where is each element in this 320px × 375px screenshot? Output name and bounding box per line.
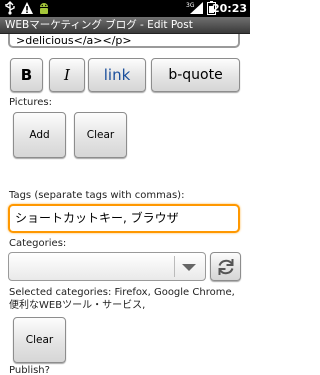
clear-pictures-button[interactable]: Clear — [74, 112, 127, 158]
italic-button[interactable]: I — [49, 58, 85, 92]
selected-categories-text: Selected categories: Firefox, Google Chr… — [9, 287, 235, 311]
refresh-categories-button[interactable] — [210, 252, 241, 281]
warning-icon — [21, 2, 33, 14]
dropdown-divider — [174, 256, 175, 277]
pictures-label: Pictures: — [9, 97, 52, 108]
usb-icon — [5, 1, 15, 15]
clear-categories-button[interactable]: Clear — [13, 317, 66, 363]
svg-text:3G: 3G — [186, 2, 195, 9]
blockquote-button[interactable]: b-quote — [151, 58, 240, 92]
refresh-icon — [218, 258, 233, 275]
bold-button[interactable]: B — [10, 58, 43, 92]
chevron-down-icon — [182, 264, 196, 271]
status-time: 20:23 — [211, 2, 247, 15]
android-debug-icon — [40, 3, 48, 14]
add-picture-button[interactable]: Add — [13, 112, 66, 158]
tags-label: Tags (separate tags with commas): — [9, 190, 185, 201]
link-button[interactable]: link — [88, 58, 146, 92]
publish-label: Publish? — [9, 365, 50, 375]
status-bar: 3G 20:23 — [0, 0, 250, 17]
cell-signal-icon: 3G — [186, 2, 203, 14]
categories-label: Categories: — [9, 238, 67, 249]
tags-input[interactable]: ショートカットキー, ブラウザ — [8, 204, 240, 233]
window-title: WEBマーケティング ブログ - Edit Post — [0, 17, 250, 34]
categories-dropdown[interactable] — [8, 252, 206, 281]
post-body-textarea[interactable]: >delicious</a></p> — [8, 34, 240, 48]
edit-post-form[interactable]: >delicious</a></p> B I link b-quote Pict… — [0, 34, 250, 375]
